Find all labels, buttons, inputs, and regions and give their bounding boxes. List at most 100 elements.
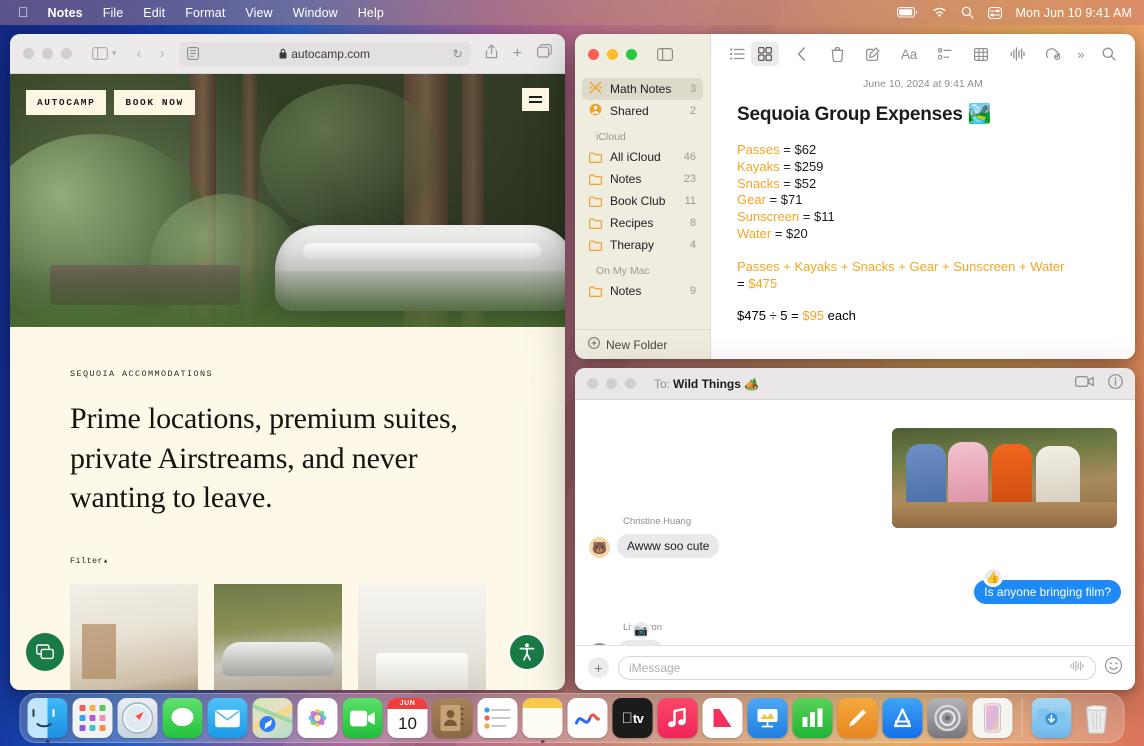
plus-icon[interactable]: + <box>588 657 609 678</box>
message-row[interactable]: 📷 👵 I am! <box>589 634 1121 645</box>
window-controls[interactable] <box>588 49 637 60</box>
freeform-icon[interactable] <box>568 698 608 738</box>
menu-item-edit[interactable]: Edit <box>133 4 175 22</box>
dock-item-pages[interactable] <box>838 698 878 738</box>
messages-icon[interactable] <box>163 698 203 738</box>
downloads-folder-icon[interactable] <box>1032 698 1072 738</box>
iphone-mirroring-icon[interactable] <box>973 698 1013 738</box>
launchpad-icon[interactable] <box>73 698 113 738</box>
numbers-icon[interactable] <box>793 698 833 738</box>
gallery-card[interactable] <box>70 584 198 690</box>
search-icon[interactable] <box>961 6 974 19</box>
notes-folder-list[interactable]: Math Notes 3 Shared 2 iCloud All iCloud <box>575 74 710 329</box>
message-bubble[interactable]: I am! <box>617 640 664 645</box>
tapback-thumbs-up[interactable]: 👍 <box>983 567 1003 587</box>
new-folder-button[interactable]: New Folder <box>575 329 710 359</box>
dock-item-news[interactable] <box>703 698 743 738</box>
maps-icon[interactable] <box>253 698 293 738</box>
menubar-clock[interactable]: Mon Jun 10 9:41 AM <box>1016 6 1132 20</box>
dock-item-calendar[interactable]: JUN 10 <box>388 698 428 738</box>
dock-item-keynote[interactable] <box>748 698 788 738</box>
app-store-icon[interactable] <box>883 698 923 738</box>
dock-item-downloads[interactable] <box>1032 698 1072 738</box>
sidebar-item-shared[interactable]: Shared 2 <box>582 100 703 122</box>
dock-item-iphone-mirroring[interactable] <box>973 698 1013 738</box>
search-icon[interactable] <box>1095 42 1123 66</box>
chevron-down-icon[interactable]: ▾ <box>112 48 117 59</box>
dock-item-notes[interactable] <box>523 698 563 738</box>
zoom-button[interactable] <box>625 378 636 389</box>
photo-attachment[interactable] <box>892 428 1117 528</box>
photos-icon[interactable] <box>298 698 338 738</box>
sidebar-item-all-icloud[interactable]: All iCloud 46 <box>582 146 703 168</box>
news-icon[interactable] <box>703 698 743 738</box>
menu-item-help[interactable]: Help <box>348 4 394 22</box>
dock-item-trash[interactable] <box>1077 698 1117 738</box>
finder-icon[interactable] <box>28 698 68 738</box>
message-row[interactable]: 🐻 Awww soo cute <box>589 528 1121 558</box>
gallery-card[interactable] <box>358 584 486 690</box>
site-logo[interactable]: AUTOCAMP <box>26 90 106 115</box>
sidebar-item-book-club[interactable]: Book Club 11 <box>582 190 703 212</box>
dock-item-facetime[interactable] <box>343 698 383 738</box>
share-icon[interactable] <box>485 44 498 64</box>
book-now-button[interactable]: BOOK NOW <box>114 90 194 115</box>
back-icon[interactable] <box>787 42 815 66</box>
tab-overview-icon[interactable] <box>537 44 552 63</box>
dock-item-finder[interactable] <box>28 698 68 738</box>
mail-icon[interactable] <box>208 698 248 738</box>
dock-item-music[interactable] <box>658 698 698 738</box>
dock-item-mail[interactable] <box>208 698 248 738</box>
control-center-icon[interactable] <box>988 7 1002 19</box>
sidebar-toggle-icon[interactable] <box>657 48 673 61</box>
close-button[interactable] <box>588 49 599 60</box>
dock-item-photos[interactable] <box>298 698 338 738</box>
message-input[interactable]: iMessage <box>618 656 1096 680</box>
keynote-icon[interactable] <box>748 698 788 738</box>
close-button[interactable] <box>23 48 34 59</box>
gallery-card[interactable] <box>214 584 342 690</box>
filter-control[interactable]: Filter▴ <box>70 556 515 566</box>
dock-item-launchpad[interactable] <box>73 698 113 738</box>
pages-icon[interactable] <box>838 698 878 738</box>
minimize-button[interactable] <box>607 49 618 60</box>
message-thread[interactable]: Christine Huang 🐻 Awww soo cute 👍 Is any… <box>575 400 1135 645</box>
info-circle-icon[interactable] <box>1108 374 1123 394</box>
recipient-field[interactable]: To:Wild Things 🏕️ <box>654 377 759 391</box>
emoji-icon[interactable] <box>1105 657 1122 679</box>
notes-icon[interactable] <box>523 698 563 738</box>
dock-item-reminders[interactable] <box>478 698 518 738</box>
audio-icon[interactable] <box>1003 42 1031 66</box>
apple-logo-icon[interactable]:  <box>9 5 38 19</box>
dock-item-contacts[interactable] <box>433 698 473 738</box>
dock-item-safari[interactable] <box>118 698 158 738</box>
chat-bubble-icon[interactable] <box>26 633 64 671</box>
menu-item-notes[interactable]: Notes <box>38 4 93 22</box>
trash-icon[interactable] <box>823 42 851 66</box>
safari-back-button[interactable]: ‹ <box>137 45 142 62</box>
dock-item-numbers[interactable] <box>793 698 833 738</box>
gallery-view-icon[interactable] <box>751 42 779 66</box>
safari-window[interactable]: ▾ ‹ › autocamp.com ↻ + <box>10 34 565 690</box>
notes-window[interactable]: Math Notes 3 Shared 2 iCloud All iCloud <box>575 34 1135 359</box>
close-button[interactable] <box>587 378 598 389</box>
facetime-icon[interactable] <box>343 698 383 738</box>
music-icon[interactable] <box>658 698 698 738</box>
audio-waveform-icon[interactable] <box>1070 660 1085 675</box>
menu-item-window[interactable]: Window <box>283 4 348 22</box>
format-aa-icon[interactable]: Aa <box>895 42 923 66</box>
message-row[interactable]: 👍 Is anyone bringing film? <box>589 580 1121 604</box>
messages-window[interactable]: To:Wild Things 🏕️ Christin <box>575 368 1135 690</box>
message-bubble[interactable]: Awww soo cute <box>617 534 719 558</box>
menu-item-file[interactable]: File <box>93 4 134 22</box>
menu-item-format[interactable]: Format <box>175 4 235 22</box>
tapback-camera[interactable]: 📷 <box>631 620 651 640</box>
checklist-icon[interactable] <box>931 42 959 66</box>
markup-icon[interactable] <box>1039 42 1067 66</box>
list-view-icon[interactable] <box>723 42 751 66</box>
sidebar-item-therapy[interactable]: Therapy 4 <box>582 234 703 256</box>
zoom-button[interactable] <box>626 49 637 60</box>
trash-icon[interactable] <box>1077 698 1117 738</box>
window-controls[interactable] <box>23 48 72 59</box>
hamburger-menu-icon[interactable] <box>522 88 549 111</box>
